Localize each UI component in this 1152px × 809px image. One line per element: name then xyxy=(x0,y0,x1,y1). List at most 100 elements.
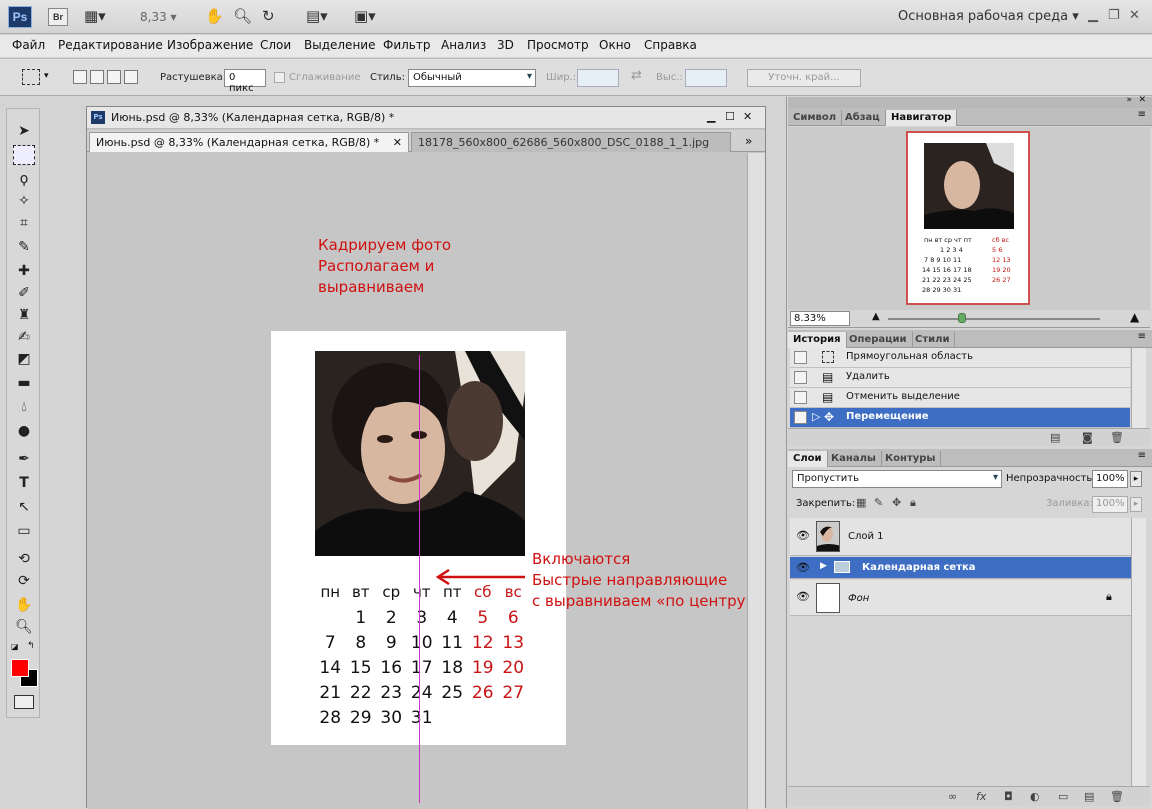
zoom-tool-icon[interactable]: 🔍︎ xyxy=(13,617,35,637)
visibility-eye-icon[interactable]: 👁︎ xyxy=(796,529,810,542)
tab-history[interactable]: История xyxy=(788,332,847,348)
workspace-switcher[interactable]: Основная рабочая среда ▾ xyxy=(898,9,1079,24)
antialias-checkbox[interactable] xyxy=(274,72,285,83)
magic-wand-icon[interactable]: ✧ xyxy=(13,191,35,211)
preset-dropdown-icon[interactable]: ▾ xyxy=(44,71,49,81)
rectangle-shape-icon[interactable]: ▭ xyxy=(13,521,35,541)
menu-3d[interactable]: 3D xyxy=(497,38,514,52)
history-item-selected[interactable]: ▷ ✥ Перемещение xyxy=(790,408,1130,428)
zoom-tool-icon[interactable]: 🔍︎ xyxy=(233,7,252,25)
more-tabs-icon[interactable]: » xyxy=(745,134,752,148)
new-selection-icon[interactable] xyxy=(73,70,87,84)
menu-select[interactable]: Выделение xyxy=(304,38,375,52)
visibility-eye-icon[interactable]: 👁︎ xyxy=(796,590,810,603)
doc-minimize-icon[interactable]: ▁ xyxy=(707,110,715,123)
tab-photo-jpg[interactable]: 18178_560x800_62686_560x800_DSC_0188_1_1… xyxy=(411,132,731,152)
panel-close-icon[interactable]: ✕ xyxy=(1138,95,1146,105)
zoom-level[interactable]: 8,33 ▾ xyxy=(140,10,177,24)
arrange-documents-icon[interactable]: ▤▾ xyxy=(306,7,328,25)
history-snapshot-checkbox[interactable] xyxy=(794,351,807,364)
layer-row[interactable]: 👁︎ Фон 🔒︎ xyxy=(790,580,1132,616)
vertical-scrollbar[interactable] xyxy=(747,153,765,809)
eyedropper-icon[interactable]: ✎ xyxy=(13,237,35,257)
history-item[interactable]: ▤ Отменить выделение xyxy=(790,388,1130,408)
dodge-icon[interactable]: ● xyxy=(13,421,35,441)
rotate-view-icon[interactable]: ↻ xyxy=(262,7,275,25)
menu-view[interactable]: Просмотр xyxy=(527,38,589,52)
lock-all-icon[interactable]: 🔒︎ xyxy=(910,496,916,510)
intersect-selection-icon[interactable] xyxy=(124,70,138,84)
tab-paths[interactable]: Контуры xyxy=(880,451,942,467)
brush-icon[interactable]: ✐ xyxy=(13,283,35,303)
history-snapshot-checkbox[interactable] xyxy=(794,411,807,424)
canvas-area[interactable]: Кадрируем фото Располагаем и выравниваем xyxy=(87,153,755,809)
eraser-icon[interactable]: ◩ xyxy=(13,349,35,369)
pen-icon[interactable]: ✒ xyxy=(13,449,35,469)
doc-close-icon[interactable]: ✕ xyxy=(743,110,752,123)
hand-tool-icon[interactable]: ✋ xyxy=(13,595,35,615)
layers-scrollbar[interactable] xyxy=(1131,518,1146,786)
layer-row[interactable]: 👁︎ Слой 1 xyxy=(790,518,1132,556)
marquee-preset-icon[interactable] xyxy=(22,69,40,85)
path-selection-icon[interactable]: ↖ xyxy=(13,497,35,517)
healing-brush-icon[interactable]: ✚ xyxy=(13,261,35,281)
style-select[interactable]: Обычный ▾ xyxy=(408,69,536,87)
height-input[interactable] xyxy=(685,69,727,87)
panel-menu-icon[interactable]: ≡ xyxy=(1138,450,1146,461)
layer-group-row[interactable]: 👁︎ ▶ Календарная сетка xyxy=(790,557,1132,579)
menu-image[interactable]: Изображение xyxy=(167,38,253,52)
lock-pixels-icon[interactable]: ✎ xyxy=(874,496,883,509)
trash-icon[interactable]: 🗑︎ xyxy=(1110,431,1124,444)
history-item[interactable]: Прямоугольная область xyxy=(790,348,1130,368)
foreground-color-swatch[interactable] xyxy=(11,659,29,677)
history-brush-icon[interactable]: ✍ xyxy=(13,327,35,347)
lock-transparency-icon[interactable]: ▦ xyxy=(856,496,866,509)
visibility-eye-icon[interactable]: 👁︎ xyxy=(796,561,810,574)
panel-menu-icon[interactable]: ≡ xyxy=(1138,331,1146,342)
history-snapshot-checkbox[interactable] xyxy=(794,371,807,384)
hand-icon[interactable]: ✋ xyxy=(205,7,224,25)
menu-layers[interactable]: Слои xyxy=(260,38,291,52)
menu-edit[interactable]: Редактирование xyxy=(58,38,163,52)
screen-mode-icon[interactable]: ▦▾ xyxy=(84,7,106,25)
adjustment-layer-icon[interactable]: ◐ xyxy=(1030,790,1040,803)
3d-rotate-icon[interactable]: ⟲ xyxy=(13,549,35,569)
swap-colors-icon[interactable]: ↰ xyxy=(27,641,35,651)
tab-close-icon[interactable]: ✕ xyxy=(393,136,402,149)
document-title-bar[interactable]: Ps Июнь.psd @ 8,33% (Календарная сетка, … xyxy=(87,107,765,129)
subtract-selection-icon[interactable] xyxy=(107,70,121,84)
navigator-zoom-input[interactable]: 8.33% xyxy=(790,311,850,326)
menu-help[interactable]: Справка xyxy=(644,38,697,52)
delete-layer-icon[interactable]: 🗑︎ xyxy=(1110,790,1124,803)
history-scrollbar[interactable] xyxy=(1131,348,1146,428)
lock-position-icon[interactable]: ✥ xyxy=(892,496,901,509)
restore-icon[interactable]: ❐ xyxy=(1108,8,1120,23)
zoom-slider-thumb[interactable] xyxy=(958,313,966,323)
history-snapshot-checkbox[interactable] xyxy=(794,391,807,404)
tab-styles[interactable]: Стили xyxy=(910,332,956,348)
add-selection-icon[interactable] xyxy=(90,70,104,84)
gradient-icon[interactable]: ▬ xyxy=(13,373,35,393)
tab-paragraph[interactable]: Абзац xyxy=(840,110,886,126)
quick-mask-icon[interactable] xyxy=(14,695,34,709)
menu-filter[interactable]: Фильтр xyxy=(383,38,430,52)
doc-maximize-icon[interactable]: ☐ xyxy=(725,110,735,123)
refine-edge-button[interactable]: Уточн. край... xyxy=(747,69,861,87)
zoom-out-icon[interactable]: ▲ xyxy=(872,311,880,322)
minimize-icon[interactable]: ▁ xyxy=(1088,8,1098,23)
panel-menu-icon[interactable]: ≡ xyxy=(1138,109,1146,120)
opacity-input[interactable]: 100% xyxy=(1092,470,1128,488)
blur-icon[interactable]: 💧︎ xyxy=(13,397,35,417)
bridge-button[interactable]: Br xyxy=(48,8,68,26)
feather-input[interactable]: 0 пикс xyxy=(224,69,266,94)
rectangular-marquee-icon[interactable] xyxy=(13,145,35,165)
history-item[interactable]: ▤ Удалить xyxy=(790,368,1130,388)
type-tool-icon[interactable]: T xyxy=(13,473,35,493)
screen-layout-icon[interactable]: ▣▾ xyxy=(354,7,376,25)
tab-actions[interactable]: Операции xyxy=(844,332,913,348)
crop-icon[interactable]: ⌗ xyxy=(13,213,35,233)
tab-layers[interactable]: Слои xyxy=(788,451,828,467)
panel-dock-header[interactable]: » ✕ xyxy=(788,95,1152,108)
lasso-icon[interactable]: ϙ xyxy=(13,169,35,189)
fill-input[interactable]: 100% xyxy=(1092,496,1128,513)
